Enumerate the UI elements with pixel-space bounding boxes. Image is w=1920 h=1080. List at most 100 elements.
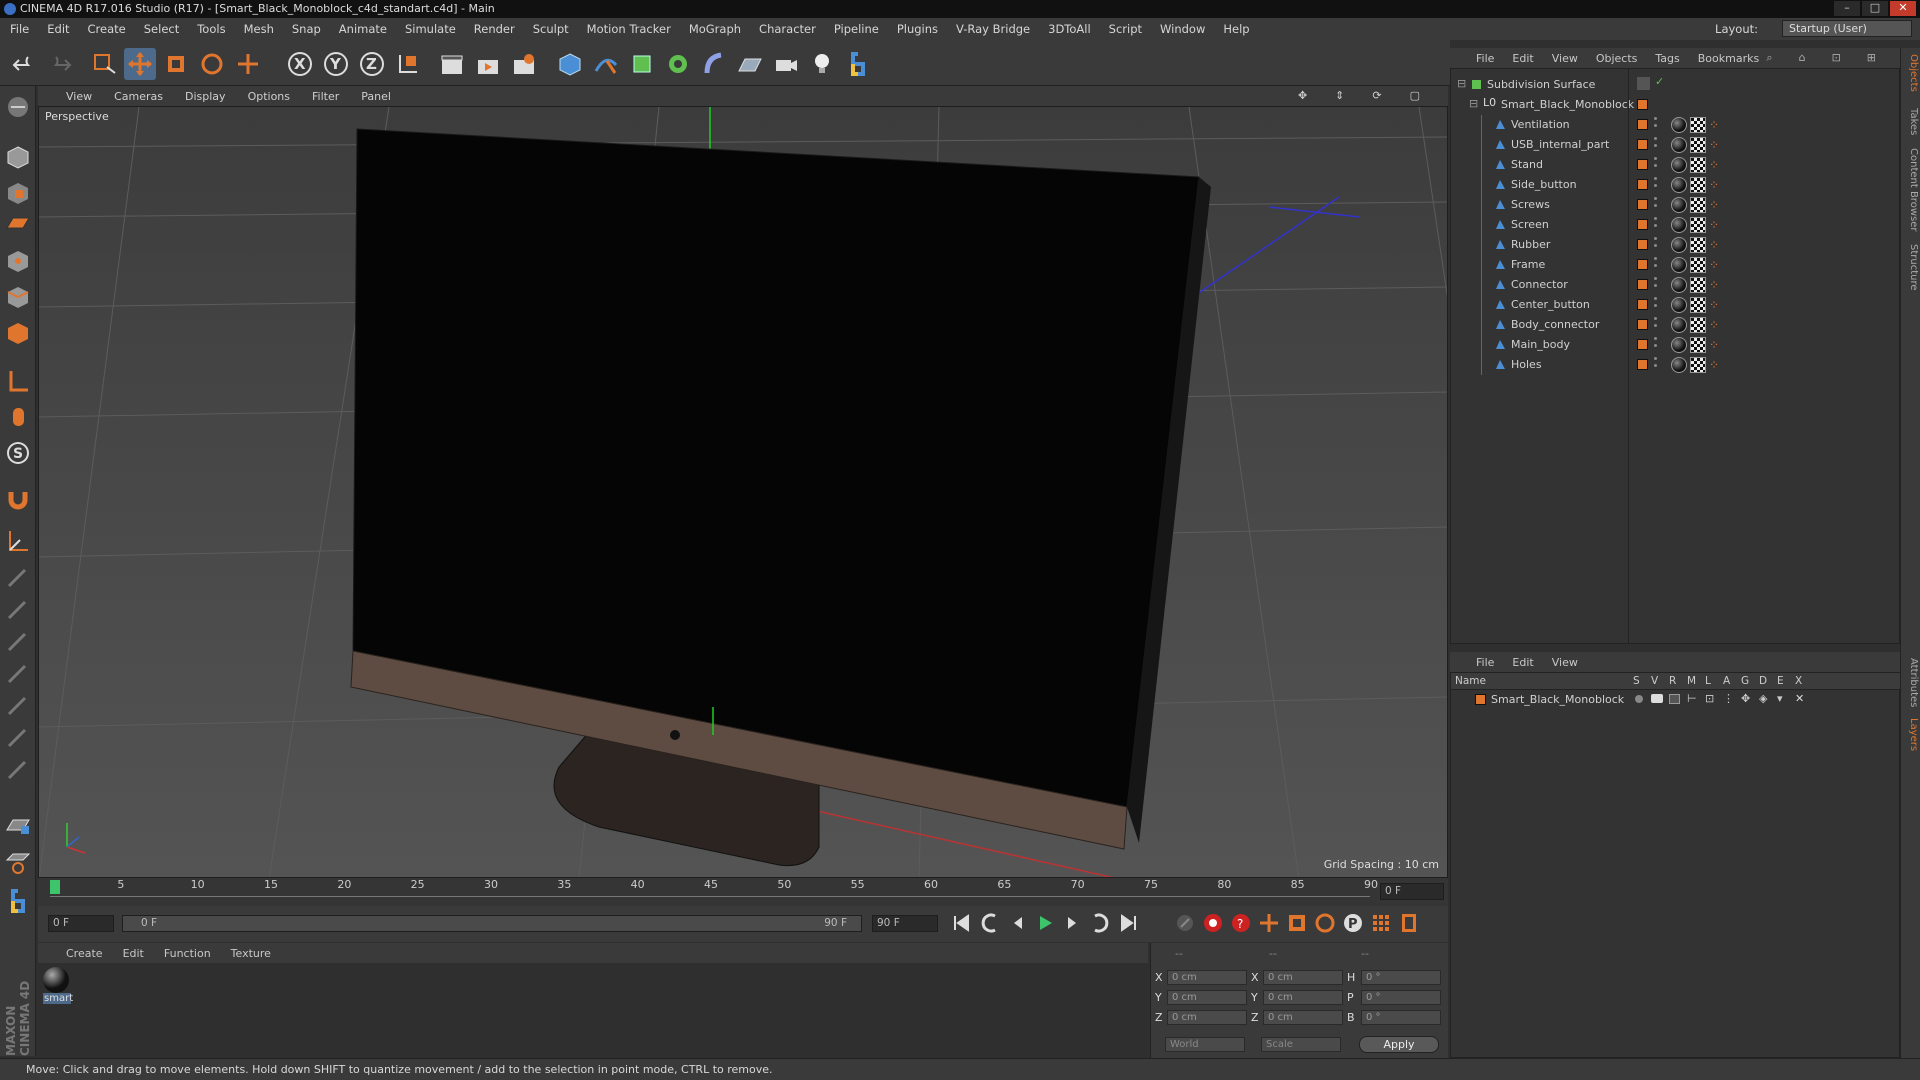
phong-tag-icon[interactable]: ⁘ bbox=[1709, 157, 1723, 173]
light-button[interactable] bbox=[806, 48, 838, 80]
uvw-tag-icon[interactable] bbox=[1690, 297, 1706, 313]
object-row-holes[interactable]: Holes ⁘ bbox=[1451, 355, 1901, 375]
coord-rot-p-field[interactable]: 0 ° bbox=[1361, 990, 1441, 1005]
sculpt-tool-5-button[interactable] bbox=[3, 690, 33, 720]
magnet-tool-button[interactable] bbox=[3, 484, 33, 514]
material-menu-function[interactable]: Function bbox=[164, 947, 211, 960]
snap-button[interactable]: S bbox=[3, 438, 33, 468]
coordinate-system-button[interactable] bbox=[392, 48, 424, 80]
editor-visibility-dot[interactable] bbox=[1654, 257, 1657, 260]
object-menu-tags[interactable]: Tags bbox=[1655, 52, 1679, 65]
enabled-check-icon[interactable]: ✓ bbox=[1655, 75, 1664, 88]
previous-keyframe-icon[interactable] bbox=[978, 912, 1000, 934]
subdivision-surface-button[interactable] bbox=[626, 48, 658, 80]
timeline-window-icon[interactable] bbox=[1398, 912, 1420, 934]
render-visibility-dot[interactable] bbox=[1654, 124, 1657, 127]
viewport-menu-view[interactable]: View bbox=[66, 90, 92, 103]
locked-toggle-icon[interactable]: ⊡ bbox=[1705, 692, 1714, 705]
viewport-move-icon[interactable]: ⇕ bbox=[1335, 89, 1344, 102]
menu-script[interactable]: Script bbox=[1109, 22, 1142, 36]
editor-visibility-dot[interactable] bbox=[1654, 217, 1657, 220]
layer-color-swatch[interactable] bbox=[1637, 299, 1648, 310]
play-icon[interactable] bbox=[1034, 912, 1056, 934]
go-to-end-icon[interactable] bbox=[1118, 912, 1140, 934]
workplane-axis-button[interactable] bbox=[3, 526, 33, 556]
end-frame-field[interactable]: 90 F bbox=[872, 915, 938, 932]
menu-animate[interactable]: Animate bbox=[339, 22, 387, 36]
record-scale-icon[interactable] bbox=[1286, 912, 1308, 934]
collapse-toggle-icon[interactable]: ⊟ bbox=[1457, 77, 1466, 90]
render-visibility-dot[interactable] bbox=[1654, 144, 1657, 147]
python-button[interactable] bbox=[842, 48, 874, 80]
floor-button[interactable] bbox=[734, 48, 766, 80]
phong-tag-icon[interactable]: ⁘ bbox=[1709, 317, 1723, 333]
motion-record-icon[interactable] bbox=[1174, 912, 1196, 934]
uvw-tag-icon[interactable] bbox=[1690, 177, 1706, 193]
viewport-menu-options[interactable]: Options bbox=[248, 90, 290, 103]
editor-visibility-dot[interactable] bbox=[1654, 197, 1657, 200]
uvw-tag-icon[interactable] bbox=[1690, 197, 1706, 213]
object-row-side-button[interactable]: Side_button ⁘ bbox=[1451, 175, 1901, 195]
material-menu-create[interactable]: Create bbox=[66, 947, 103, 960]
material-tag-icon[interactable] bbox=[1671, 197, 1687, 213]
viewport-menu-panel[interactable]: Panel bbox=[361, 90, 391, 103]
redo-button[interactable] bbox=[44, 48, 76, 80]
coord-rot-b-field[interactable]: 0 ° bbox=[1361, 1010, 1441, 1025]
menu-help[interactable]: Help bbox=[1223, 22, 1249, 36]
next-frame-icon[interactable] bbox=[1062, 912, 1084, 934]
phong-tag-icon[interactable]: ⁘ bbox=[1709, 297, 1723, 313]
render-visibility-dot[interactable] bbox=[1654, 344, 1657, 347]
uvw-tag-icon[interactable] bbox=[1690, 277, 1706, 293]
expressions-toggle-icon[interactable]: ▾ bbox=[1777, 692, 1783, 705]
uvw-tag-icon[interactable] bbox=[1690, 357, 1706, 373]
render-toggle-icon[interactable] bbox=[1669, 694, 1680, 704]
uvw-tag-icon[interactable] bbox=[1690, 257, 1706, 273]
layer-color-swatch[interactable] bbox=[1637, 339, 1648, 350]
side-tab-attributes[interactable]: Attributes bbox=[1903, 658, 1919, 707]
object-row-screen[interactable]: Screen ⁘ bbox=[1451, 215, 1901, 235]
points-mode-button[interactable] bbox=[3, 246, 33, 276]
phong-tag-icon[interactable]: ⁘ bbox=[1709, 177, 1723, 193]
material-tag-icon[interactable] bbox=[1671, 157, 1687, 173]
editor-visibility-dot[interactable] bbox=[1654, 277, 1657, 280]
object-search-icon[interactable]: ⌕ bbox=[1766, 51, 1772, 65]
coord-mode-select[interactable]: World bbox=[1165, 1037, 1245, 1052]
rotate-tool-button[interactable] bbox=[196, 48, 228, 80]
object-menu-objects[interactable]: Objects bbox=[1596, 52, 1638, 65]
object-row-center-button[interactable]: Center_button ⁘ bbox=[1451, 295, 1901, 315]
material-menu-texture[interactable]: Texture bbox=[231, 947, 271, 960]
menu-simulate[interactable]: Simulate bbox=[405, 22, 456, 36]
phong-tag-icon[interactable]: ⁘ bbox=[1709, 257, 1723, 273]
editor-visibility-dot[interactable] bbox=[1654, 137, 1657, 140]
coord-pos-x-field[interactable]: 0 cm bbox=[1167, 970, 1247, 985]
menu-create[interactable]: Create bbox=[88, 22, 126, 36]
layer-color-swatch[interactable] bbox=[1637, 319, 1648, 330]
sculpt-tool-4-button[interactable] bbox=[3, 658, 33, 688]
render-visibility-dot[interactable] bbox=[1654, 164, 1657, 167]
minimize-button[interactable]: – bbox=[1834, 1, 1860, 16]
manager-toggle-icon[interactable]: ⊢ bbox=[1687, 692, 1697, 705]
coord-size-x-field[interactable]: 0 cm bbox=[1263, 970, 1343, 985]
side-tab-objects[interactable]: Objects bbox=[1903, 54, 1919, 92]
sculpt-tool-3-button[interactable] bbox=[3, 626, 33, 656]
collapse-toggle-icon[interactable]: ⊟ bbox=[1469, 97, 1478, 110]
menu-plugins[interactable]: Plugins bbox=[897, 22, 938, 36]
apply-button[interactable]: Apply bbox=[1359, 1036, 1439, 1053]
object-row-usb-internal-part[interactable]: USB_internal_part ⁘ bbox=[1451, 135, 1901, 155]
editor-visibility-dot[interactable] bbox=[1654, 177, 1657, 180]
menu-motion-tracker[interactable]: Motion Tracker bbox=[587, 22, 671, 36]
move-tool-button[interactable] bbox=[124, 48, 156, 80]
menu-mesh[interactable]: Mesh bbox=[244, 22, 274, 36]
material-tag-icon[interactable] bbox=[1671, 257, 1687, 273]
render-visibility-dot[interactable] bbox=[1654, 224, 1657, 227]
render-visibility-dot[interactable] bbox=[1654, 204, 1657, 207]
uvw-tag-icon[interactable] bbox=[1690, 317, 1706, 333]
layer-color-swatch[interactable] bbox=[1637, 239, 1648, 250]
uvw-tag-icon[interactable] bbox=[1690, 137, 1706, 153]
editor-visibility-dot[interactable] bbox=[1654, 337, 1657, 340]
python-script-button[interactable] bbox=[3, 886, 33, 916]
viewport-rotate-icon[interactable]: ⟳ bbox=[1372, 89, 1381, 102]
material-tag-icon[interactable] bbox=[1671, 137, 1687, 153]
object-row-main-body[interactable]: Main_body ⁘ bbox=[1451, 335, 1901, 355]
phong-tag-icon[interactable]: ⁘ bbox=[1709, 217, 1723, 233]
